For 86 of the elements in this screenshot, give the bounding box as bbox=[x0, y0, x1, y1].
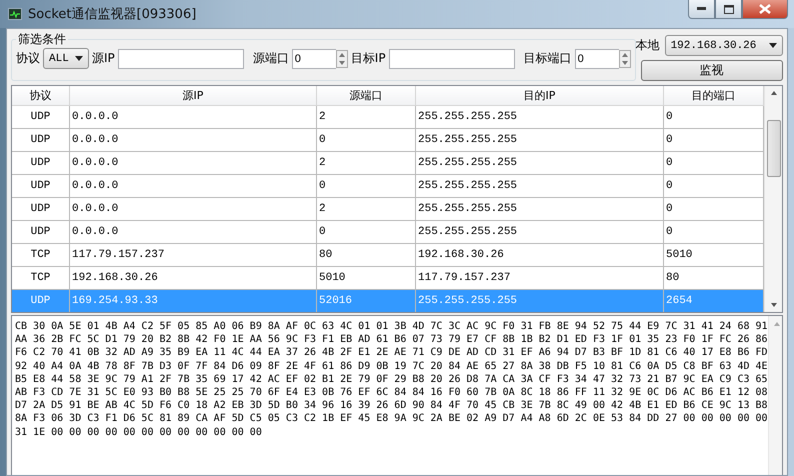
target-port-label: 目标端口 bbox=[524, 50, 572, 67]
source-port-label: 源端口 bbox=[252, 50, 289, 67]
table-row[interactable]: UDP 0.0.0.0 2 255.255.255.255 0 bbox=[12, 152, 764, 175]
hex-line: D7 2A D5 91 BE AB 4C 5D F6 C0 18 A2 EB 3D 5D B0 34 96 16 39 26 6D 90 84 4F 70 45 CB 3E 7B 8C 49 00 42 4B E1 ED B6 CE 9C 13 B8 bbox=[15, 399, 768, 412]
hex-line: B5 E8 44 58 3E 9C 79 A1 2F 7B 35 69 17 42 AC EF 02 B1 2E 79 0F 29 B8 20 26 D8 7A CA 3A CF F3 34 47 32 73 21 B7 9C EA C9 C3 65 bbox=[15, 372, 768, 386]
table-cell: 0.0.0.0 bbox=[70, 129, 317, 151]
table-cell: TCP bbox=[12, 267, 70, 289]
table-cell: 0.0.0.0 bbox=[70, 175, 317, 197]
table-cell: 52016 bbox=[317, 290, 416, 312]
table-cell: 2 bbox=[317, 152, 416, 174]
monitor-icon bbox=[8, 8, 22, 20]
table-cell: UDP bbox=[12, 175, 70, 197]
source-ip-field[interactable] bbox=[118, 48, 244, 68]
table-cell: 5010 bbox=[317, 267, 416, 289]
table-cell: 0.0.0.0 bbox=[70, 106, 317, 128]
hex-line: 31 1E 00 00 00 00 00 00 00 00 00 00 00 00 bbox=[15, 426, 263, 439]
protocol-dropdown[interactable]: ALL bbox=[43, 48, 89, 69]
table-row[interactable]: TCP 192.168.30.26 5010 117.79.157.237 80 bbox=[12, 267, 764, 290]
hex-line: AA 36 2B FC 5C D1 79 20 B2 8B 42 F0 1E AA 56 9C F3 F1 EB AD 61 B6 07 73 79 E7 CF 8B 1B B2 D1 ED F3 1F 01 35 23 F0 1F FC 26 86 bbox=[15, 333, 768, 346]
target-ip-label: 目标IP bbox=[350, 50, 386, 67]
table-cell: 255.255.255.255 bbox=[416, 198, 664, 220]
table-cell: 0 bbox=[317, 221, 416, 243]
table-row[interactable]: UDP 0.0.0.0 0 255.255.255.255 0 bbox=[12, 129, 764, 152]
table-cell: 117.79.157.237 bbox=[70, 244, 317, 266]
table-cell: 0 bbox=[317, 129, 416, 151]
caret-icon bbox=[75, 56, 83, 61]
minimize-icon bbox=[696, 7, 706, 11]
table-cell: 255.255.255.255 bbox=[416, 175, 664, 197]
hex-line: AB F3 CD 7E 31 5C E0 93 B0 B8 5E 25 25 70 6F E4 E3 0B 76 EF 6C 84 84 16 F0 60 7B 0A 8C 18 86 FF 11 32 9E 0C D6 AC B6 E1 12 08 bbox=[15, 386, 768, 400]
window-title: Socket通信监视器[093306] bbox=[28, 6, 196, 23]
table-cell: 80 bbox=[317, 244, 416, 266]
hex-line: 92 40 A4 0A 4B 78 8F 7B D3 0F 7F 84 D6 09 8F 2E 4F 61 86 D9 0B 19 7C 20 84 AE 65 27 8A 38 DB F5 10 81 C6 0A D5 C8 BF 63 4D 4E bbox=[15, 360, 768, 373]
table-cell: 117.79.157.237 bbox=[416, 267, 664, 289]
table-cell: 192.168.30.26 bbox=[416, 244, 664, 266]
table-cell: UDP bbox=[12, 290, 70, 312]
table-cell: 255.255.255.255 bbox=[416, 221, 664, 243]
local-label: 本地 bbox=[636, 37, 660, 54]
monitor-button[interactable]: 监视 bbox=[640, 60, 783, 81]
table-row[interactable]: UDP 0.0.0.0 2 255.255.255.255 0 bbox=[12, 198, 764, 221]
target-ip-field[interactable] bbox=[388, 48, 515, 68]
hex-line: F6 C2 70 41 0B 32 AD A9 35 B9 EA 11 4C 44 EA 37 26 4B 2F E1 2E AE 71 C9 DE AD CD 31 EF A6 94 D7 B3 BF 1D 81 C6 40 17 E8 B6 FD bbox=[15, 346, 768, 360]
table-cell: UDP bbox=[12, 221, 70, 243]
caret-icon bbox=[768, 43, 777, 48]
close-icon bbox=[759, 4, 771, 14]
scrollbar[interactable] bbox=[764, 86, 782, 312]
table-cell: UDP bbox=[12, 198, 70, 220]
table-cell: UDP bbox=[12, 129, 70, 151]
group-title: 筛选条件 bbox=[17, 31, 67, 48]
table-cell: 169.254.93.33 bbox=[70, 290, 317, 312]
table-cell: TCP bbox=[12, 244, 70, 266]
target-port-field[interactable]: 0 bbox=[574, 48, 619, 68]
protocol-label: 协议 bbox=[16, 50, 40, 67]
table-row[interactable]: TCP 117.79.157.237 80 192.168.30.26 5010 bbox=[12, 244, 764, 267]
maximize-button[interactable] bbox=[715, 0, 742, 19]
table-cell: 255.255.255.255 bbox=[416, 152, 664, 174]
table-cell: UDP bbox=[12, 152, 70, 174]
table-cell: 0.0.0.0 bbox=[70, 221, 317, 243]
column-header[interactable]: 协议 bbox=[12, 86, 70, 105]
hex-line: CB 30 0A 5E 01 4B A4 C2 5F 05 85 A0 06 B9 8A AF 0C 63 4C 01 01 3B 4D 7C 3C AC 9C F0 31 FB 8E 94 52 75 44 E9 7C 31 41 24 68 91 bbox=[15, 320, 768, 334]
minimize-button[interactable] bbox=[688, 0, 715, 19]
table-cell: 192.168.30.26 bbox=[70, 267, 317, 289]
table-cell: 2 bbox=[317, 198, 416, 220]
table-row[interactable]: UDP 0.0.0.0 2 255.255.255.255 0 bbox=[12, 106, 764, 129]
table-cell: 255.255.255.255 bbox=[416, 290, 664, 312]
column-header[interactable]: 源端口 bbox=[317, 86, 416, 105]
table-cell: 255.255.255.255 bbox=[416, 129, 664, 151]
hex-line: 8A F3 06 3D C3 F1 D6 5C 81 89 CA AF 5D C5 05 C3 C2 1B EF 45 E8 9A 9C 2A BE 02 A9 D7 A4 A8 6D 2C 0E 53 84 DD 27 00 00 00 00 00 bbox=[15, 412, 768, 426]
table-cell: 0.0.0.0 bbox=[70, 198, 317, 220]
table-cell: 255.255.255.255 bbox=[416, 106, 664, 128]
column-header[interactable]: 源IP bbox=[70, 86, 317, 105]
source-port-field[interactable]: 0 bbox=[292, 48, 336, 68]
table-row[interactable]: UDP 0.0.0.0 0 255.255.255.255 0 bbox=[12, 221, 764, 244]
scroll-thumb[interactable] bbox=[767, 120, 781, 177]
table-cell: 2 bbox=[317, 106, 416, 128]
table-cell: 0.0.0.0 bbox=[70, 152, 317, 174]
spin-arrows-icon bbox=[336, 50, 348, 68]
spin-arrows-icon bbox=[618, 50, 631, 68]
local-ip-dropdown[interactable]: 192.168.30.26 bbox=[664, 35, 783, 56]
table-cell: UDP bbox=[12, 106, 70, 128]
close-button[interactable] bbox=[742, 0, 788, 19]
source-ip-label: 源IP bbox=[92, 50, 115, 67]
column-header[interactable]: 目的IP bbox=[416, 86, 664, 105]
maximize-icon bbox=[724, 4, 734, 14]
table-cell: 0 bbox=[317, 175, 416, 197]
table-row[interactable]: UDP 0.0.0.0 0 255.255.255.255 0 bbox=[12, 175, 764, 198]
scrollbar[interactable] bbox=[768, 316, 782, 475]
